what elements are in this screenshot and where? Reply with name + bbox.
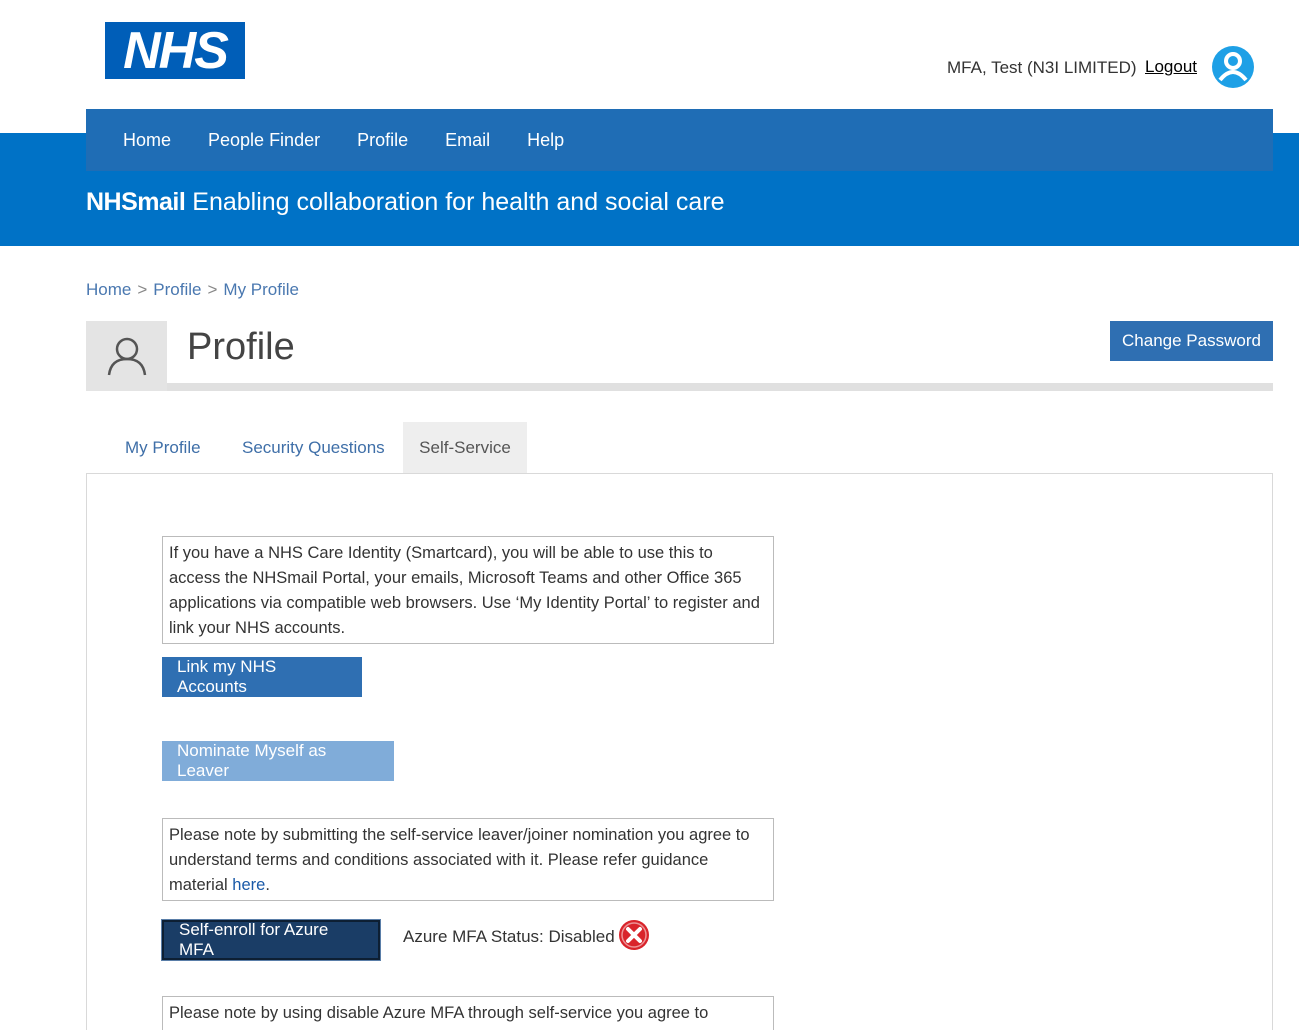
tab-self-service[interactable]: Self-Service <box>403 422 527 473</box>
nominate-leaver-button[interactable]: Nominate Myself as Leaver <box>162 741 394 781</box>
user-avatar-icon[interactable] <box>1211 45 1255 89</box>
leaver-info-end: . <box>265 876 270 894</box>
mfa-disable-info-box: Please note by using disable Azure MFA t… <box>162 996 774 1030</box>
tab-my-profile[interactable]: My Profile <box>125 422 201 473</box>
mfa-status-text: Azure MFA Status: Disabled <box>403 927 615 946</box>
nav-item-people-finder[interactable]: People Finder <box>208 130 320 151</box>
breadcrumb: Home > Profile > My Profile <box>86 280 299 300</box>
nhs-logo-text: NHS <box>123 21 229 80</box>
self-enroll-mfa-button[interactable]: Self-enroll for Azure MFA <box>161 919 381 961</box>
status-disabled-x-icon <box>618 919 650 951</box>
leaver-info-box: Please note by submitting the self-servi… <box>162 818 774 901</box>
nav-item-help[interactable]: Help <box>527 130 564 151</box>
breadcrumb-separator: > <box>207 280 218 299</box>
nav-item-profile[interactable]: Profile <box>357 130 408 151</box>
nhs-logo[interactable]: NHS <box>105 22 245 79</box>
change-password-button[interactable]: Change Password <box>1110 321 1273 361</box>
guidance-here-link[interactable]: here <box>232 876 265 894</box>
page-title: Profile <box>187 326 295 368</box>
breadcrumb-my-profile[interactable]: My Profile <box>223 280 299 300</box>
user-name: MFA, Test (N3I LIMITED) <box>947 58 1137 77</box>
smartcard-info-box: If you have a NHS Care Identity (Smartca… <box>162 536 774 644</box>
nav-item-email[interactable]: Email <box>445 130 490 151</box>
person-icon <box>107 337 146 376</box>
main-nav: Home People Finder Profile Email Help <box>86 109 1273 171</box>
title-divider <box>167 383 1273 391</box>
tagline-brand: NHSmail <box>86 188 186 216</box>
logout-link[interactable]: Logout <box>1145 57 1197 77</box>
link-nhs-accounts-button[interactable]: Link my NHS Accounts <box>162 657 362 697</box>
tagline: NHSmail Enabling collaboration for healt… <box>86 188 725 217</box>
nav-item-home[interactable]: Home <box>123 130 171 151</box>
tagline-text: Enabling collaboration for health and so… <box>192 188 725 216</box>
breadcrumb-home[interactable]: Home <box>86 280 131 300</box>
breadcrumb-profile[interactable]: Profile <box>153 280 201 300</box>
profile-icon-box <box>86 321 167 391</box>
breadcrumb-separator: > <box>137 280 148 299</box>
tab-security-questions[interactable]: Security Questions <box>242 422 385 473</box>
